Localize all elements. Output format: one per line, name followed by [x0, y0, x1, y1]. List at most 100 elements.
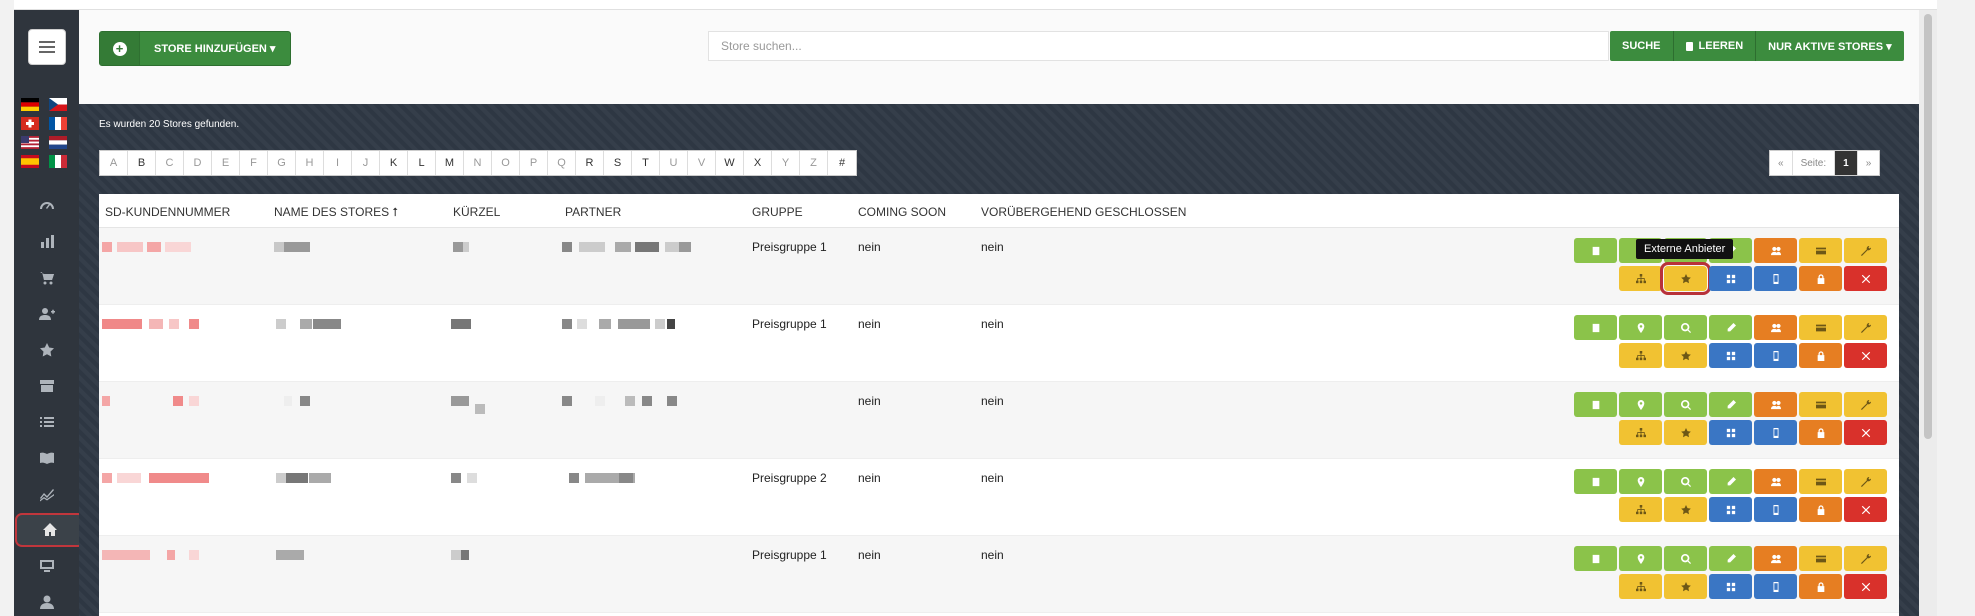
alpha-filter-i[interactable]: I: [324, 151, 352, 175]
prev-page-button[interactable]: «: [1770, 151, 1793, 175]
col-geschlossen[interactable]: VORÜBERGEHEND GESCHLOSSEN: [981, 205, 1186, 219]
col-gruppe[interactable]: GRUPPE: [752, 205, 803, 219]
col-partner[interactable]: PARTNER: [565, 205, 621, 219]
structure-button[interactable]: [1619, 497, 1662, 522]
view-button[interactable]: [1664, 546, 1707, 571]
settings-button[interactable]: [1844, 392, 1887, 417]
payment-button[interactable]: [1799, 315, 1842, 340]
structure-button[interactable]: [1619, 266, 1662, 291]
scrollbar-thumb[interactable]: [1924, 14, 1932, 439]
external-providers-button[interactable]: [1660, 262, 1711, 295]
mobile-button[interactable]: [1754, 574, 1797, 599]
alpha-filter-t[interactable]: T: [632, 151, 660, 175]
alpha-filter-q[interactable]: Q: [548, 151, 576, 175]
book-icon[interactable]: [14, 441, 79, 475]
payment-button[interactable]: [1799, 238, 1842, 263]
info-button[interactable]: [1574, 238, 1617, 263]
flag-fr-icon[interactable]: [49, 117, 67, 130]
mobile-button[interactable]: [1754, 266, 1797, 291]
alpha-filter-hash[interactable]: #: [828, 151, 856, 175]
apps-button[interactable]: [1709, 497, 1752, 522]
apps-button[interactable]: [1709, 343, 1752, 368]
flag-es-icon[interactable]: [21, 155, 39, 168]
alpha-filter-w[interactable]: W: [716, 151, 744, 175]
next-page-button[interactable]: »: [1858, 151, 1880, 175]
settings-button[interactable]: [1844, 469, 1887, 494]
alpha-filter-b[interactable]: B: [128, 151, 156, 175]
line-chart-icon[interactable]: [14, 477, 79, 511]
alpha-filter-j[interactable]: J: [352, 151, 380, 175]
alpha-filter-f[interactable]: F: [240, 151, 268, 175]
col-coming-soon[interactable]: COMING SOON: [858, 205, 946, 219]
payment-button[interactable]: [1799, 469, 1842, 494]
view-button[interactable]: [1664, 315, 1707, 340]
alpha-filter-n[interactable]: N: [464, 151, 492, 175]
users-button[interactable]: [1754, 546, 1797, 571]
alpha-filter-m[interactable]: M: [436, 151, 464, 175]
flag-ch-icon[interactable]: [21, 117, 39, 130]
alpha-filter-u[interactable]: U: [660, 151, 688, 175]
settings-button[interactable]: [1844, 238, 1887, 263]
alpha-filter-s[interactable]: S: [604, 151, 632, 175]
archive-icon[interactable]: [14, 369, 79, 403]
alpha-filter-d[interactable]: D: [184, 151, 212, 175]
external-providers-button[interactable]: [1664, 497, 1707, 522]
col-kuerzel[interactable]: KÜRZEL: [453, 205, 500, 219]
alpha-filter-k[interactable]: K: [380, 151, 408, 175]
info-button[interactable]: [1574, 546, 1617, 571]
store-search-input[interactable]: [708, 31, 1609, 61]
delete-button[interactable]: [1844, 497, 1887, 522]
list-icon[interactable]: [14, 405, 79, 439]
location-button[interactable]: [1619, 469, 1662, 494]
edit-button[interactable]: [1709, 469, 1752, 494]
home-icon[interactable]: [15, 513, 85, 547]
flag-nl-icon[interactable]: [49, 136, 67, 149]
cart-icon[interactable]: [14, 261, 79, 295]
structure-button[interactable]: [1619, 420, 1662, 445]
users-button[interactable]: [1754, 392, 1797, 417]
alpha-filter-r[interactable]: R: [576, 151, 604, 175]
structure-button[interactable]: [1619, 343, 1662, 368]
alpha-filter-o[interactable]: O: [492, 151, 520, 175]
alpha-filter-l[interactable]: L: [408, 151, 436, 175]
alpha-filter-x[interactable]: X: [744, 151, 772, 175]
alpha-filter-y[interactable]: Y: [772, 151, 800, 175]
current-page[interactable]: 1: [1835, 151, 1858, 175]
external-providers-button[interactable]: [1664, 343, 1707, 368]
flag-it-icon[interactable]: [49, 155, 67, 168]
alpha-filter-c[interactable]: C: [156, 151, 184, 175]
add-store-button[interactable]: + STORE HINZUFÜGEN ▾: [99, 31, 291, 66]
info-button[interactable]: [1574, 469, 1617, 494]
alpha-filter-h[interactable]: H: [296, 151, 324, 175]
star-icon[interactable]: [14, 333, 79, 367]
dashboard-icon[interactable]: [14, 190, 79, 224]
bar-chart-icon[interactable]: [14, 225, 79, 259]
mobile-button[interactable]: [1754, 420, 1797, 445]
delete-button[interactable]: [1844, 574, 1887, 599]
search-button[interactable]: SUCHE: [1610, 31, 1673, 61]
info-button[interactable]: [1574, 392, 1617, 417]
view-button[interactable]: [1664, 469, 1707, 494]
settings-button[interactable]: [1844, 546, 1887, 571]
lock-button[interactable]: [1799, 343, 1842, 368]
alpha-filter-p[interactable]: P: [520, 151, 548, 175]
user-plus-icon[interactable]: [14, 297, 79, 331]
edit-button[interactable]: [1709, 315, 1752, 340]
col-store-name[interactable]: NAME DES STORES ⭡: [274, 205, 398, 220]
apps-button[interactable]: [1709, 574, 1752, 599]
flag-us-icon[interactable]: [21, 136, 39, 149]
info-button[interactable]: [1574, 315, 1617, 340]
alpha-filter-g[interactable]: G: [268, 151, 296, 175]
payment-button[interactable]: [1799, 546, 1842, 571]
users-button[interactable]: [1754, 469, 1797, 494]
clear-button[interactable]: LEEREN: [1672, 31, 1756, 61]
users-button[interactable]: [1754, 238, 1797, 263]
alpha-filter-v[interactable]: V: [688, 151, 716, 175]
active-stores-filter-button[interactable]: NUR AKTIVE STORES ▾: [1755, 31, 1904, 61]
hamburger-menu-button[interactable]: [28, 29, 66, 65]
apps-button[interactable]: [1709, 266, 1752, 291]
alpha-filter-e[interactable]: E: [212, 151, 240, 175]
delete-button[interactable]: [1844, 343, 1887, 368]
location-button[interactable]: [1619, 315, 1662, 340]
monitor-icon[interactable]: [14, 549, 79, 583]
